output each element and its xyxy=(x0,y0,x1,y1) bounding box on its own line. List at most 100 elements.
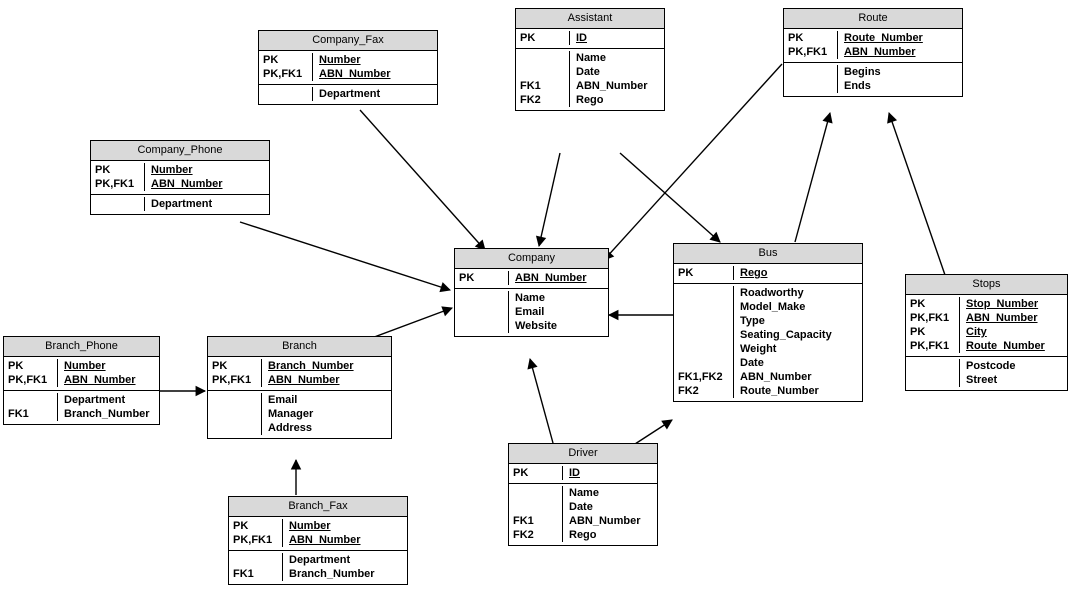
entity-company-fax: Company_Fax PKPK,FK1NumberABN_Number Dep… xyxy=(258,30,438,105)
attr-cell: ABN_Number xyxy=(576,79,658,93)
entity-stops: Stops PKPK,FK1PKPK,FK1Stop_NumberABN_Num… xyxy=(905,274,1068,391)
key-cell: PK xyxy=(263,53,308,67)
entity-section: PostcodeStreet xyxy=(906,357,1067,390)
entity-title: Stops xyxy=(906,275,1067,295)
key-column: PKPK,FK1 xyxy=(259,53,313,81)
entity-bus: Bus PKRego FK1,FK2FK2RoadworthyModel_Mak… xyxy=(673,243,863,402)
attr-cell: ID xyxy=(576,31,658,45)
attr-column: Department xyxy=(313,87,437,101)
attr-column: RoadworthyModel_MakeTypeSeating_Capacity… xyxy=(734,286,862,398)
key-cell xyxy=(678,314,729,328)
key-cell xyxy=(678,286,729,300)
entity-title: Driver xyxy=(509,444,657,464)
attr-cell: Department xyxy=(289,553,401,567)
key-cell: PK,FK1 xyxy=(910,339,955,353)
attr-cell: Date xyxy=(740,356,856,370)
key-cell: PK,FK1 xyxy=(263,67,308,81)
attr-cell: Manager xyxy=(268,407,385,421)
attr-cell: Route_Number xyxy=(740,384,856,398)
attr-cell: Email xyxy=(268,393,385,407)
entity-section: PK ABN_Number xyxy=(455,269,608,289)
key-column: PKPK,FK1 xyxy=(784,31,838,59)
entity-title: Company xyxy=(455,249,608,269)
attr-column: Department xyxy=(145,197,269,211)
attr-cell: Branch_Number xyxy=(64,407,153,421)
entity-branch: Branch PKPK,FK1Branch_NumberABN_Number E… xyxy=(207,336,392,439)
key-cell xyxy=(788,65,833,79)
entity-section: PKPK,FK1Branch_NumberABN_Number xyxy=(208,357,391,391)
attr-cell: Number xyxy=(151,163,263,177)
attr-cell: ABN_Number xyxy=(289,533,401,547)
key-column: FK1FK2 xyxy=(509,486,563,542)
key-cell xyxy=(678,356,729,370)
key-column: PKPK,FK1 xyxy=(91,163,145,191)
attr-cell: Name xyxy=(515,291,602,305)
key-cell xyxy=(459,319,504,333)
attr-cell: Website xyxy=(515,319,602,333)
key-column xyxy=(455,291,509,333)
attr-cell: Department xyxy=(151,197,263,211)
key-cell xyxy=(513,486,558,500)
key-cell: PK,FK1 xyxy=(910,311,955,325)
key-column: PK xyxy=(455,271,509,285)
key-column xyxy=(906,359,960,387)
entity-section: PKID xyxy=(516,29,664,49)
attr-cell: ABN_Number xyxy=(740,370,856,384)
entity-title: Company_Phone xyxy=(91,141,269,161)
entity-section: PKPK,FK1Route_NumberABN_Number xyxy=(784,29,962,63)
attr-cell: Name xyxy=(576,51,658,65)
key-column xyxy=(208,393,262,435)
key-cell: PK xyxy=(212,359,257,373)
entity-company-phone: Company_Phone PKPK,FK1NumberABN_Number D… xyxy=(90,140,270,215)
key-cell xyxy=(263,87,308,101)
attr-cell: Seating_Capacity xyxy=(740,328,856,342)
attr-cell: Route_Number xyxy=(966,339,1061,353)
key-cell: PK,FK1 xyxy=(95,177,140,191)
key-column: PKPK,FK1 xyxy=(208,359,262,387)
key-cell: PK xyxy=(678,266,729,280)
attr-cell: Department xyxy=(319,87,431,101)
entity-title: Branch_Fax xyxy=(229,497,407,517)
attr-cell: Type xyxy=(740,314,856,328)
attr-column: DepartmentBranch_Number xyxy=(283,553,407,581)
attr-column: EmailManagerAddress xyxy=(262,393,391,435)
entity-section: PKPK,FK1NumberABN_Number xyxy=(229,517,407,551)
attr-cell: Rego xyxy=(740,266,856,280)
attr-cell: Date xyxy=(576,65,658,79)
entity-section: BeginsEnds xyxy=(784,63,962,96)
attr-column: DepartmentBranch_Number xyxy=(58,393,159,421)
key-cell: FK2 xyxy=(513,528,558,542)
key-cell: PK xyxy=(910,297,955,311)
attr-column: ID xyxy=(570,31,664,45)
attr-cell: ABN_Number xyxy=(268,373,385,387)
attr-cell: Date xyxy=(569,500,651,514)
attr-column: ABN_Number xyxy=(509,271,608,285)
key-cell: PK xyxy=(459,271,504,285)
entity-section: EmailManagerAddress xyxy=(208,391,391,438)
entity-section: FK1DepartmentBranch_Number xyxy=(229,551,407,584)
key-cell xyxy=(520,51,565,65)
entity-section: FK1FK2NameDateABN_NumberRego xyxy=(516,49,664,110)
key-column: PKPK,FK1 xyxy=(4,359,58,387)
attr-cell: Street xyxy=(966,373,1061,387)
attr-cell: Number xyxy=(289,519,401,533)
entity-title: Branch xyxy=(208,337,391,357)
key-cell: PK,FK1 xyxy=(233,533,278,547)
key-cell xyxy=(910,359,955,373)
entity-section: PK Rego xyxy=(674,264,862,284)
attr-cell: Branch_Number xyxy=(268,359,385,373)
attr-cell: City xyxy=(966,325,1061,339)
attr-column: Branch_NumberABN_Number xyxy=(262,359,391,387)
key-cell xyxy=(459,291,504,305)
entity-section: PKPK,FK1NumberABN_Number xyxy=(259,51,437,85)
key-cell xyxy=(95,197,140,211)
key-cell: PK xyxy=(95,163,140,177)
entity-route: Route PKPK,FK1Route_NumberABN_Number Beg… xyxy=(783,8,963,97)
attr-column: NameDateABN_NumberRego xyxy=(570,51,664,107)
attr-column: NameEmailWebsite xyxy=(509,291,608,333)
entity-section: FK1,FK2FK2RoadworthyModel_MakeTypeSeatin… xyxy=(674,284,862,401)
key-column: FK1 xyxy=(4,393,58,421)
key-column: FK1 xyxy=(229,553,283,581)
attr-column: ID xyxy=(563,466,657,480)
attr-column: Rego xyxy=(734,266,862,280)
